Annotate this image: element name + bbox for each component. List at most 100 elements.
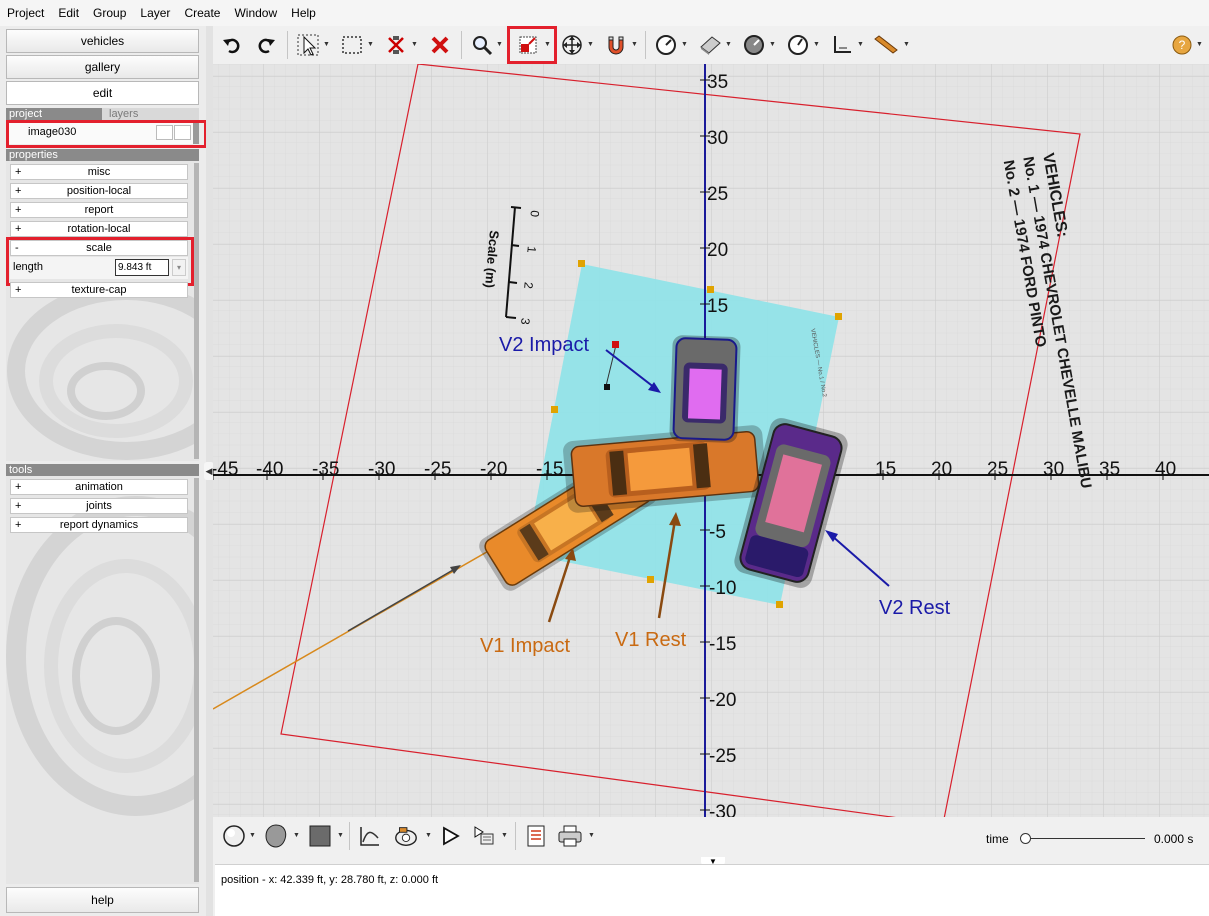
shape-icon[interactable] [263,823,289,849]
undo-icon[interactable] [219,32,245,58]
x-tick: 35 [1099,459,1120,480]
chevron-down-icon[interactable]: ▼ [496,41,503,48]
tool-group-joints[interactable]: + joints [10,498,188,514]
menu-edit[interactable]: Edit [51,0,86,26]
tab-layers[interactable]: layers [106,108,199,120]
move-icon[interactable] [559,32,585,58]
prop-group-report[interactable]: + report [10,202,188,218]
menu-window[interactable]: Window [227,0,284,26]
properties-header: properties [6,149,199,161]
properties-scrollbar[interactable] [194,163,199,459]
help-icon[interactable]: ? [1169,32,1195,58]
chevron-down-icon[interactable]: ▼ [249,832,256,839]
prop-group-texture-cap[interactable]: + texture-cap [10,282,188,298]
chevron-down-icon[interactable]: ▼ [857,41,864,48]
expand-icon: + [15,185,22,197]
graph-icon[interactable] [357,823,383,849]
select-box-icon[interactable] [339,32,365,58]
ruler-icon[interactable] [873,32,899,58]
zoom-icon[interactable] [469,32,495,58]
x-tick: 15 [875,459,896,480]
time-label: time [986,832,1009,846]
chevron-down-icon[interactable]: ▼ [903,41,910,48]
x-tick: -30 [368,459,395,480]
tools-header: tools [6,464,199,476]
delete-icon[interactable] [427,32,453,58]
sphere-icon[interactable] [221,823,247,849]
menu-help[interactable]: Help [284,0,323,26]
toolbar-separator [645,31,646,59]
report-icon[interactable] [523,823,549,849]
select-arrow-icon[interactable] [295,32,321,58]
color-square-icon[interactable] [307,823,333,849]
x-tick: 20 [931,459,952,480]
x-tick: 25 [987,459,1008,480]
x-tick: -45 [213,459,238,480]
magnet-icon[interactable] [603,32,629,58]
x-tick: -40 [256,459,283,480]
toolbar-separator [461,31,462,59]
vehicles-button[interactable]: vehicles [6,29,199,53]
prop-group-position-local[interactable]: + position-local [10,183,188,199]
chevron-down-icon[interactable]: ▼ [813,41,820,48]
record-icon[interactable] [471,823,497,849]
menu-create[interactable]: Create [177,0,227,26]
chevron-down-icon[interactable]: ▼ [323,41,330,48]
chevron-down-icon[interactable]: ▼ [411,41,418,48]
chevron-down-icon[interactable]: ▼ [337,832,344,839]
play-icon[interactable] [437,823,463,849]
gauge-3-icon[interactable] [785,32,811,58]
y-tick: -15 [709,634,736,655]
axes-icon[interactable] [829,32,855,58]
chevron-down-icon[interactable]: ▼ [631,41,638,48]
tool-group-animation[interactable]: + animation [10,479,188,495]
y-tick: 25 [707,184,728,205]
expand-icon: + [15,500,22,512]
tab-project[interactable]: project [6,108,102,120]
v1-impact-label: V1 Impact [480,635,570,657]
chevron-down-icon[interactable]: ▼ [367,41,374,48]
x-tick: 40 [1155,459,1176,480]
v1-rest-label: V1 Rest [615,629,687,651]
camera-icon[interactable] [393,823,419,849]
scale-group-highlight [6,237,194,286]
prop-group-rotation-local[interactable]: + rotation-local [10,221,188,237]
menu-group[interactable]: Group [86,0,133,26]
y-tick: -25 [709,746,736,767]
y-tick: -5 [709,522,726,543]
gauge-2-icon[interactable] [741,32,767,58]
chevron-down-icon[interactable]: ▼ [587,41,594,48]
measure-tape-icon[interactable] [697,32,723,58]
redo-icon[interactable] [253,32,279,58]
prop-group-misc[interactable]: + misc [10,164,188,180]
chevron-down-icon[interactable]: ▼ [1196,41,1203,48]
chevron-down-icon[interactable]: ▼ [588,832,595,839]
project-item-highlight [6,120,207,148]
time-slider-track[interactable] [1029,838,1145,839]
delete-points-icon[interactable] [383,32,409,58]
v2-impact-car[interactable] [669,335,741,443]
gallery-button[interactable]: gallery [6,55,199,79]
help-button[interactable]: help [6,887,199,913]
time-slider-handle[interactable] [1020,833,1031,844]
chevron-down-icon[interactable]: ▼ [725,41,732,48]
project-tabstrip: project layers [6,108,199,120]
gauge-1-icon[interactable] [653,32,679,58]
chevron-down-icon[interactable]: ▼ [293,832,300,839]
menu-layer[interactable]: Layer [133,0,177,26]
chevron-down-icon[interactable]: ▼ [501,832,508,839]
tools-panel [6,476,199,884]
chevron-down-icon[interactable]: ▼ [769,41,776,48]
edit-button[interactable]: edit [6,81,199,105]
tool-group-report-dynamics[interactable]: + report dynamics [10,517,188,533]
menu-project[interactable]: Project [0,0,51,26]
prop-group-label: position-local [66,185,132,197]
prop-group-label: rotation-local [67,223,131,235]
chevron-down-icon[interactable]: ▼ [425,832,432,839]
chevron-down-icon[interactable]: ▼ [681,41,688,48]
y-tick: 35 [707,72,728,93]
print-icon[interactable] [557,823,583,849]
scene-viewport[interactable]: VEHICLES — No.1 / No.2 -45 -40 -35 -30 -… [213,64,1209,817]
toolbar-separator [515,822,516,850]
tools-scrollbar[interactable] [194,478,199,882]
